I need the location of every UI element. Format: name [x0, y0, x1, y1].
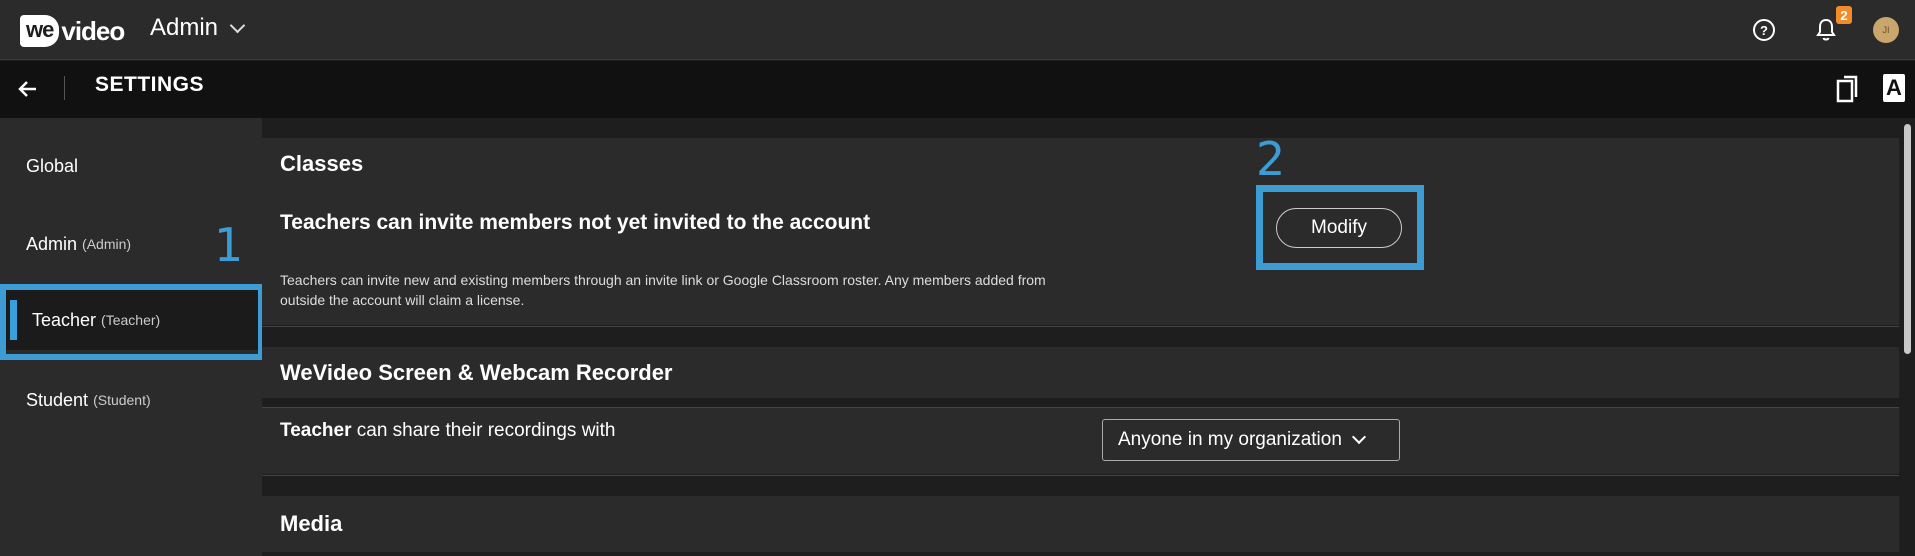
share-with-value: Anyone in my organization	[1118, 429, 1342, 450]
setting-description: Teachers can invite new and existing mem…	[280, 270, 1140, 310]
sidebar-item-student[interactable]: Student (Student)	[0, 370, 262, 430]
sidebar-item-label: Global	[26, 155, 79, 176]
sidebar-item-global[interactable]: Global	[0, 136, 262, 196]
share-role: Teacher	[280, 420, 352, 441]
setting-description-line: Teachers can invite new and existing mem…	[280, 272, 1046, 288]
chevron-down-icon	[1351, 429, 1366, 445]
section-heading-label: Classes	[280, 150, 364, 176]
sidebar-item-label: Admin	[26, 233, 78, 254]
scrollbar-thumb[interactable]	[1904, 124, 1911, 354]
logo-badge: we	[20, 15, 60, 47]
setting-title: Teachers can invite members not yet invi…	[280, 211, 871, 234]
bell-icon[interactable]	[1815, 18, 1837, 42]
sidebar-item-teacher[interactable]: Teacher (Teacher)	[0, 290, 262, 350]
share-setting-label: Teacher can share their recordings with	[280, 420, 615, 442]
back-arrow-icon[interactable]	[16, 77, 40, 101]
scrollbar[interactable]	[1899, 118, 1915, 556]
top-bar: we video Admin ? 2 JI	[0, 0, 1915, 60]
wevideo-logo[interactable]: we video	[20, 12, 125, 50]
setting-description-line: outside the account will claim a license…	[280, 292, 525, 308]
divider	[64, 76, 65, 100]
notification-badge: 2	[1836, 6, 1852, 24]
logo-text: video	[61, 15, 125, 46]
active-indicator	[10, 300, 17, 340]
sidebar-item-role: (Admin)	[82, 236, 132, 252]
settings-content: Classes Teachers can invite members not …	[262, 118, 1899, 556]
section-heading-media: Media	[262, 496, 1899, 552]
section-heading-recorder: WeVideo Screen & Webcam Recorder	[262, 347, 1899, 398]
setting-row-share-recordings: Teacher can share their recordings with …	[262, 408, 1899, 474]
share-with-select[interactable]: Anyone in my organization	[1102, 419, 1400, 461]
share-text: can share their recordings with	[351, 420, 616, 441]
section-heading-classes: Classes	[262, 138, 1899, 189]
document-icon[interactable]	[1835, 74, 1859, 104]
workspace-switcher[interactable]: Admin	[150, 14, 246, 42]
section-heading-label: WeVideo Screen & Webcam Recorder	[280, 359, 673, 385]
sidebar-item-label: Student	[26, 389, 89, 410]
chevron-down-icon	[229, 17, 246, 33]
sidebar-item-role: (Teacher)	[101, 312, 161, 328]
settings-bar: SETTINGS A	[0, 61, 1915, 118]
help-icon[interactable]: ?	[1753, 19, 1775, 41]
modify-button[interactable]: Modify	[1276, 208, 1402, 248]
font-size-icon[interactable]: A	[1883, 74, 1905, 102]
divider	[262, 475, 1899, 476]
annotation-number-two: 2	[1256, 132, 1286, 186]
avatar[interactable]: JI	[1873, 17, 1899, 43]
divider	[262, 326, 1899, 327]
sidebar: Global Admin (Admin) Teacher (Teacher) S…	[0, 118, 262, 556]
sidebar-item-label: Teacher	[32, 309, 97, 330]
page-title: SETTINGS	[95, 73, 205, 96]
setting-row-invite: Teachers can invite members not yet invi…	[262, 189, 1899, 325]
sidebar-item-role: (Student)	[93, 392, 151, 408]
workspace-label: Admin	[150, 14, 219, 41]
annotation-number-one: 1	[214, 218, 244, 272]
section-heading-label: Media	[280, 511, 343, 536]
